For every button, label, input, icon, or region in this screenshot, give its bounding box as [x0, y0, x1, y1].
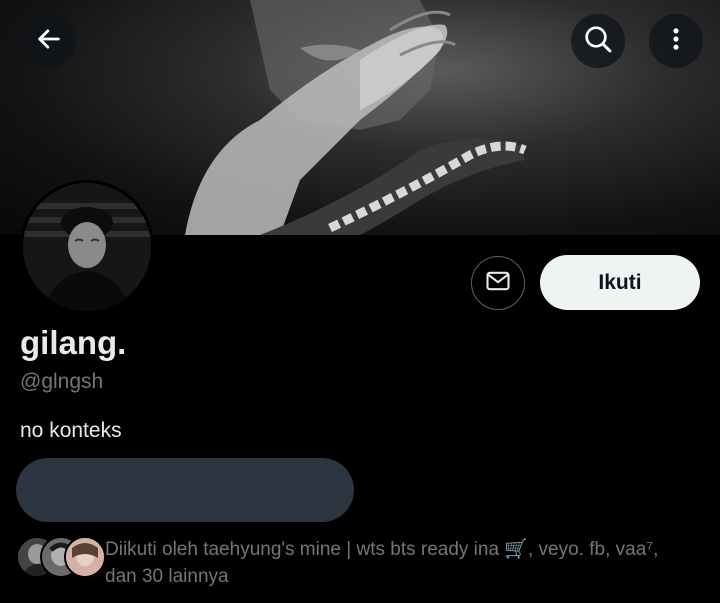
display-name: gilang.	[20, 324, 127, 361]
followed-by-text: Diikuti oleh taehyung's mine | wts bts r…	[105, 539, 659, 587]
username-handle: @glngsh	[20, 370, 104, 393]
follow-button[interactable]: Ikuti	[540, 255, 700, 310]
arrow-left-icon	[35, 25, 63, 58]
envelope-icon	[484, 267, 512, 300]
avatar-photo	[23, 183, 151, 311]
search-icon	[582, 23, 614, 60]
blank-placeholder-pill	[16, 458, 354, 522]
more-vertical-icon	[662, 25, 690, 58]
avatar[interactable]	[20, 180, 154, 314]
more-options-button[interactable]	[649, 14, 703, 68]
back-button[interactable]	[22, 14, 76, 68]
bio-text: no konteks	[20, 419, 122, 442]
search-button[interactable]	[571, 14, 625, 68]
message-button[interactable]	[471, 256, 525, 310]
follower-avatar-3	[64, 536, 106, 578]
